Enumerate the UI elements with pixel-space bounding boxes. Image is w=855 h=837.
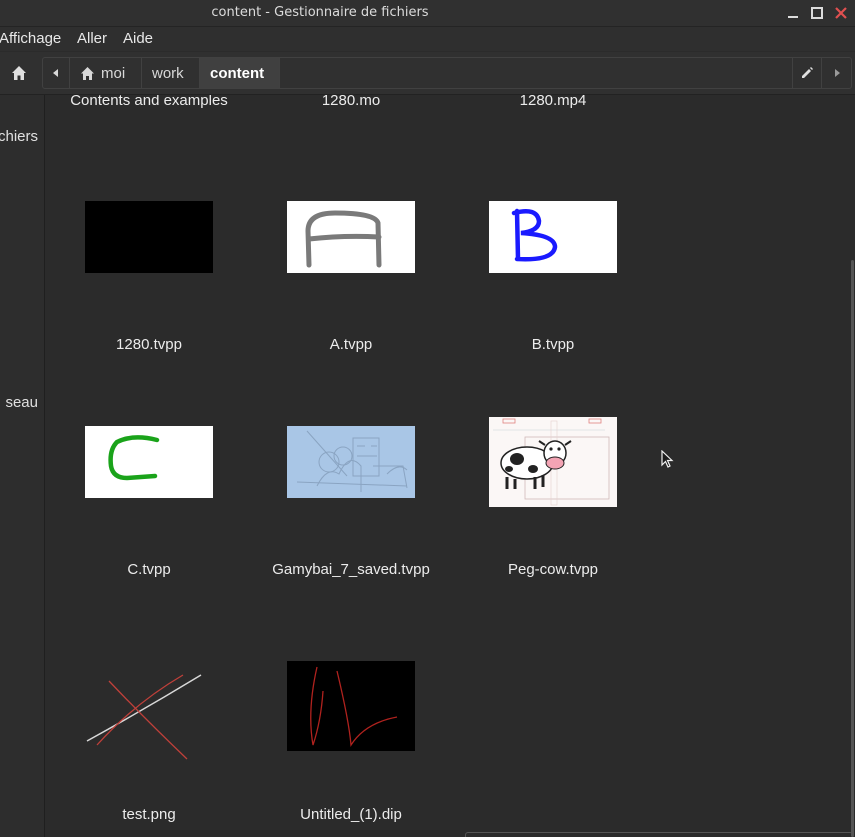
home-icon xyxy=(12,66,26,80)
maximize-icon xyxy=(811,7,823,19)
minimize-button[interactable] xyxy=(784,4,802,22)
sidebar-item-reseau[interactable]: seau xyxy=(5,394,38,411)
file-label: 1280.tvpp xyxy=(116,336,182,353)
file-item[interactable]: test.png xyxy=(48,661,250,831)
crumb-label: moi xyxy=(101,64,126,82)
close-button[interactable] xyxy=(832,4,850,22)
file-label: Gamybai_7_saved.tvpp xyxy=(272,561,430,578)
edit-location-button[interactable] xyxy=(792,58,822,88)
menu-aide[interactable]: Aide xyxy=(123,30,153,47)
toolbar: moi work content xyxy=(0,52,855,95)
file-thumbnail xyxy=(85,201,213,273)
crumb-label: work xyxy=(152,64,184,82)
back-button[interactable] xyxy=(43,58,70,88)
file-item[interactable]: B.tvpp xyxy=(452,201,654,361)
home-icon xyxy=(81,66,94,80)
file-label: Contents and examples xyxy=(70,95,228,109)
menu-aller[interactable]: Aller xyxy=(77,30,107,47)
home-button[interactable] xyxy=(4,58,34,88)
file-label: 1280.mp4 xyxy=(519,95,587,109)
maximize-button[interactable] xyxy=(808,4,826,22)
minimize-icon xyxy=(788,16,798,18)
breadcrumb: moi work content xyxy=(42,57,852,89)
title-bar: content - Gestionnaire de fichiers xyxy=(0,0,855,27)
edit-pencil-icon xyxy=(802,67,813,78)
sidebar: chiers seau xyxy=(0,95,45,837)
file-label: test.png xyxy=(122,806,176,823)
file-item[interactable]: Untitled_(1).dip xyxy=(250,661,452,831)
file-label: C.tvpp xyxy=(127,561,171,578)
crumb-moi[interactable]: moi xyxy=(70,58,142,88)
crumb-label: content xyxy=(210,64,265,82)
sidebar-item-fichiers[interactable]: chiers xyxy=(0,128,38,145)
file-label: A.tvpp xyxy=(329,336,373,353)
file-item[interactable]: 1280.tvpp xyxy=(48,201,250,361)
menu-affichage[interactable]: Affichage xyxy=(0,30,61,47)
file-label: 1280.mo xyxy=(321,95,381,109)
file-item[interactable]: Gamybai_7_saved.tvpp xyxy=(250,426,452,586)
horizontal-scrollbar[interactable] xyxy=(465,832,853,837)
file-label: B.tvpp xyxy=(531,336,575,353)
file-label: Peg-cow.tvpp xyxy=(507,561,599,578)
file-thumbnail xyxy=(489,417,617,507)
file-thumbnail xyxy=(287,201,415,273)
file-item[interactable]: C.tvpp xyxy=(48,426,250,586)
file-thumbnail xyxy=(287,426,415,498)
file-thumbnail xyxy=(287,661,415,751)
menu-bar: Affichage Aller Aide xyxy=(0,27,855,51)
file-item[interactable]: A.tvpp xyxy=(250,201,452,361)
file-label: Untitled_(1).dip xyxy=(300,806,402,823)
vertical-scrollbar[interactable] xyxy=(851,260,854,837)
crumb-work[interactable]: work xyxy=(142,58,200,88)
file-grid: Contents and examples 1280.mo 1280.mp4 1… xyxy=(45,95,855,837)
file-thumbnail xyxy=(86,674,202,760)
file-item[interactable]: Peg-cow.tvpp xyxy=(452,417,654,587)
forward-arrow-icon xyxy=(834,69,840,77)
back-arrow-icon xyxy=(53,69,58,77)
crumb-content[interactable]: content xyxy=(200,58,280,88)
mouse-cursor-icon xyxy=(661,450,674,468)
window-title: content - Gestionnaire de fichiers xyxy=(211,5,429,20)
file-thumbnail xyxy=(85,426,213,498)
close-icon xyxy=(835,7,847,19)
file-thumbnail xyxy=(489,201,617,273)
forward-button[interactable] xyxy=(822,58,851,88)
